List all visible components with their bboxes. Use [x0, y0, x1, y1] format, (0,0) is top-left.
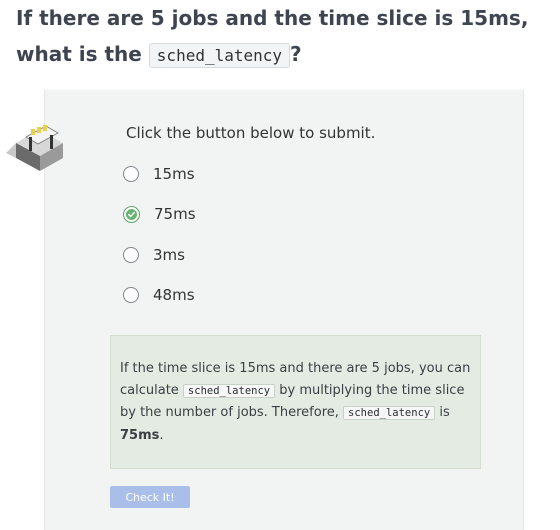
option-label: 3ms — [153, 246, 185, 264]
option-label: 75ms — [154, 205, 196, 223]
explanation-box: If the time slice is 15ms and there are … — [110, 335, 481, 469]
explanation-text: . — [159, 427, 164, 443]
explanation-answer: 75ms — [120, 427, 160, 443]
question-title: If there are 5 jobs and the time slice i… — [16, 0, 556, 74]
radio-unchecked-icon[interactable] — [123, 287, 139, 303]
option-15ms[interactable]: 15ms — [123, 162, 195, 186]
radio-checked-icon[interactable] — [123, 205, 140, 223]
explanation-code: sched_latency — [343, 406, 436, 420]
checkmark-icon — [126, 208, 137, 220]
option-label: 48ms — [153, 286, 195, 304]
option-75ms[interactable]: 75ms — [123, 202, 196, 226]
check-it-button[interactable]: Check It! — [110, 486, 190, 508]
question-text-after: ? — [290, 42, 302, 66]
explanation-code: sched_latency — [182, 383, 276, 398]
option-3ms[interactable]: 3ms — [123, 243, 185, 267]
radio-unchecked-icon[interactable] — [123, 166, 139, 182]
option-48ms[interactable]: 48ms — [123, 283, 195, 307]
quiz-instruction: Click the button below to submit. — [126, 124, 376, 142]
radio-unchecked-icon[interactable] — [123, 247, 139, 263]
question-code: sched_latency — [148, 43, 291, 68]
option-label: 15ms — [153, 165, 195, 183]
quiz-board-icon — [6, 125, 63, 171]
explanation-text: is — [435, 405, 450, 420]
